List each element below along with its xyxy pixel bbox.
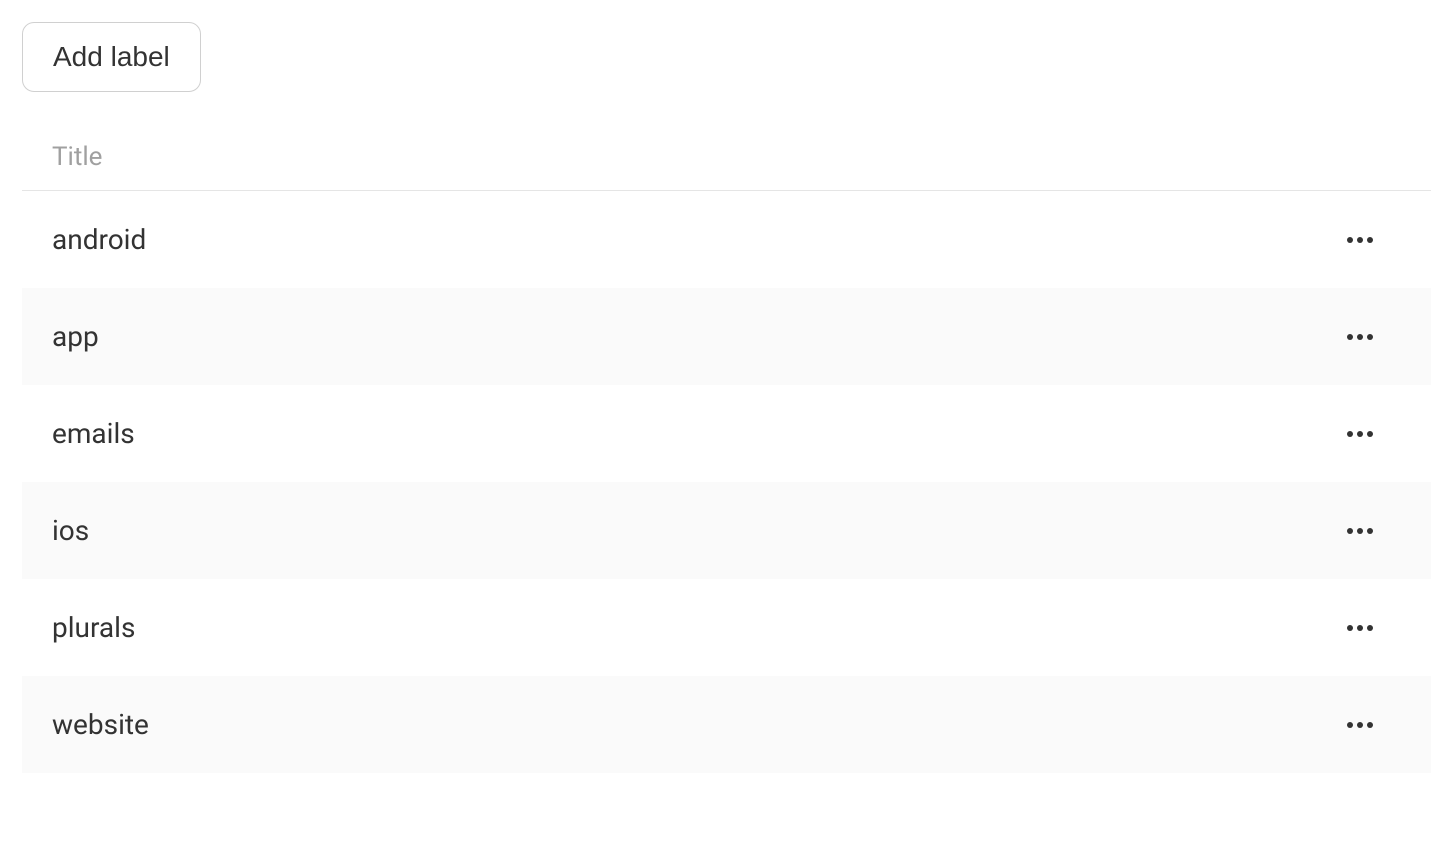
more-horizontal-icon bbox=[1347, 625, 1373, 631]
table-row: website bbox=[22, 676, 1431, 773]
label-title: website bbox=[52, 708, 149, 741]
more-options-button[interactable] bbox=[1339, 520, 1381, 542]
add-label-button[interactable]: Add label bbox=[22, 22, 201, 92]
labels-table: Title android app emails ios plurals website bbox=[22, 122, 1431, 773]
label-title: plurals bbox=[52, 611, 135, 644]
table-header: Title bbox=[22, 122, 1431, 191]
table-row: plurals bbox=[22, 579, 1431, 676]
more-horizontal-icon bbox=[1347, 722, 1373, 728]
table-row: emails bbox=[22, 385, 1431, 482]
table-row: android bbox=[22, 191, 1431, 288]
more-horizontal-icon bbox=[1347, 528, 1373, 534]
table-row: app bbox=[22, 288, 1431, 385]
label-title: emails bbox=[52, 417, 135, 450]
table-body: android app emails ios plurals website bbox=[22, 191, 1431, 773]
more-options-button[interactable] bbox=[1339, 229, 1381, 251]
more-options-button[interactable] bbox=[1339, 714, 1381, 736]
label-title: app bbox=[52, 320, 99, 353]
label-title: android bbox=[52, 223, 146, 256]
more-options-button[interactable] bbox=[1339, 326, 1381, 348]
table-row: ios bbox=[22, 482, 1431, 579]
more-horizontal-icon bbox=[1347, 431, 1373, 437]
column-header-title: Title bbox=[52, 142, 102, 172]
more-horizontal-icon bbox=[1347, 334, 1373, 340]
more-options-button[interactable] bbox=[1339, 617, 1381, 639]
more-options-button[interactable] bbox=[1339, 423, 1381, 445]
more-horizontal-icon bbox=[1347, 237, 1373, 243]
label-title: ios bbox=[52, 514, 89, 547]
add-label-text: Add label bbox=[53, 41, 170, 72]
